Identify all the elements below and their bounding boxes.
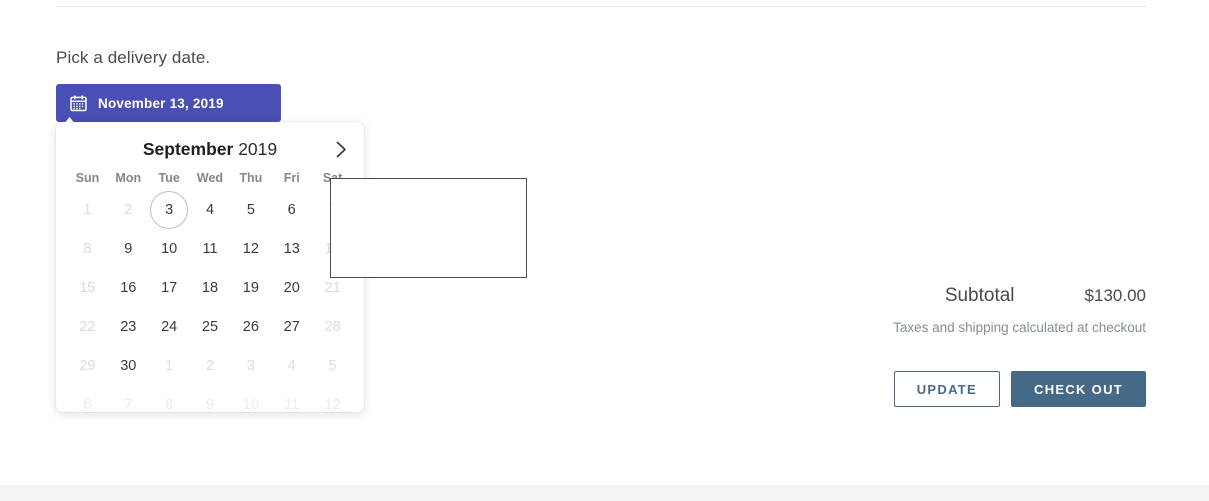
calendar-weekday-thu: Thu <box>239 171 263 185</box>
subtotal-label: Subtotal <box>944 285 1015 306</box>
calendar-day-cell[interactable]: 27 <box>271 307 312 346</box>
calendar-weekday-row: SunMonTueWedThuFriSat <box>67 166 353 190</box>
calendar-day-cell[interactable]: 12 <box>230 229 271 268</box>
calendar-day-cell[interactable]: 10 <box>149 229 190 268</box>
calendar-day-cell[interactable]: 13 <box>271 229 312 268</box>
calendar-day-cell[interactable]: 17 <box>149 268 190 307</box>
page-title: Pick a delivery date. <box>56 48 211 67</box>
calendar-day-cell: 8 <box>165 396 174 413</box>
calendar-day-cell: 22 <box>79 318 96 335</box>
calendar-weekday-sun: Sun <box>75 171 100 185</box>
calendar-day-cell: 4 <box>287 357 296 374</box>
calendar-day-cell[interactable]: 16 <box>108 268 149 307</box>
calendar-day-cell: 28 <box>324 318 341 335</box>
calendar-day-cell[interactable]: 20 <box>271 268 312 307</box>
calendar-week-row: 6 7 8 9 10 11 12 <box>67 385 353 424</box>
calendar-day-cell[interactable]: 19 <box>230 268 271 307</box>
calendar-week-row: 22 23 24 25 26 27 28 <box>67 307 353 346</box>
calendar-day-cell: 10 <box>242 396 259 413</box>
calendar-weekday-tue: Tue <box>158 171 180 185</box>
summary-actions: UPDATE CHECK OUT <box>846 371 1146 407</box>
delivery-date-label: November 13, 2019 <box>98 95 224 111</box>
taxes-note: Taxes and shipping calculated at checkou… <box>893 320 1146 335</box>
calendar-day-cell: 11 <box>284 396 300 413</box>
checkout-button[interactable]: CHECK OUT <box>1011 371 1146 407</box>
calendar-day-cell: 15 <box>79 279 96 296</box>
calendar-year-label: 2019 <box>238 138 278 159</box>
order-note-textarea[interactable] <box>330 178 527 278</box>
update-button[interactable]: UPDATE <box>893 371 1001 407</box>
calendar-day-cell[interactable]: 11 <box>190 229 231 268</box>
calendar-day-cell[interactable]: 4 <box>190 190 231 229</box>
cart-page: Pick a delivery date. November 13, 2019 … <box>0 0 1209 501</box>
calendar-day-cell[interactable]: 18 <box>190 268 231 307</box>
calendar-month-label: September <box>142 138 234 159</box>
chevron-right-glyph <box>336 141 346 157</box>
order-summary: Subtotal $130.00 Taxes and shipping calc… <box>846 285 1146 407</box>
calendar-day-cell[interactable]: 23 <box>108 307 149 346</box>
calendar-icon <box>70 94 87 111</box>
calendar-weeks: 1234567891011121314151617181920212223242… <box>67 190 353 424</box>
calendar-week-row: 29 30 1 2 3 4 5 <box>67 346 353 385</box>
calendar-day-cell: 12 <box>324 396 341 413</box>
calendar-weekday-mon: Mon <box>115 171 142 185</box>
calendar-day-cell: 3 <box>246 357 255 374</box>
top-divider <box>56 6 1146 7</box>
calendar-day-cell[interactable]: 24 <box>149 307 190 346</box>
subtotal-row: Subtotal $130.00 <box>846 285 1146 307</box>
calendar-grid: SunMonTueWedThuFriSat 123456789101112131… <box>56 166 364 424</box>
calendar-day-cell[interactable]: 6 <box>271 190 312 229</box>
calendar-day-cell[interactable]: 25 <box>190 307 231 346</box>
footer-band <box>0 485 1209 501</box>
calendar-week-row: 891011121314 <box>67 229 353 268</box>
calendar-day-cell: 2 <box>205 357 215 374</box>
calendar-day-cell: 29 <box>79 357 96 374</box>
chevron-right-icon[interactable] <box>328 136 354 162</box>
calendar-title: September 2019 <box>143 139 277 160</box>
calendar-day-cell[interactable]: 26 <box>230 307 271 346</box>
calendar-day-cell[interactable]: 3 <box>149 190 190 229</box>
calendar-day-cell: 5 <box>328 357 337 374</box>
calendar-day-cell: 9 <box>205 396 215 413</box>
calendar-day-cell: 7 <box>124 396 133 413</box>
calendar-header: September 2019 <box>56 132 364 166</box>
calendar-popup: September 2019 SunMonTueWedThuFriSat 123… <box>56 122 364 413</box>
calendar-day-cell: 6 <box>83 396 92 413</box>
calendar-week-row: 15 16 17 18 19 20 21 <box>67 268 353 307</box>
calendar-day-cell: 2 <box>124 201 133 218</box>
calendar-day-cell: 1 <box>83 201 92 218</box>
calendar-weekday-fri: Fri <box>283 171 300 185</box>
calendar-day-cell[interactable]: 5 <box>230 190 271 229</box>
calendar-day-cell: 8 <box>83 240 92 257</box>
calendar-day-cell[interactable]: 9 <box>108 229 149 268</box>
subtotal-value: $130.00 <box>1084 286 1146 305</box>
calendar-weekday-wed: Wed <box>196 171 224 185</box>
calendar-week-row: 1234567 <box>67 190 353 229</box>
delivery-date-button[interactable]: November 13, 2019 <box>56 84 281 122</box>
calendar-day-cell[interactable]: 30 <box>108 346 149 385</box>
calendar-day-cell: 1 <box>165 357 174 374</box>
